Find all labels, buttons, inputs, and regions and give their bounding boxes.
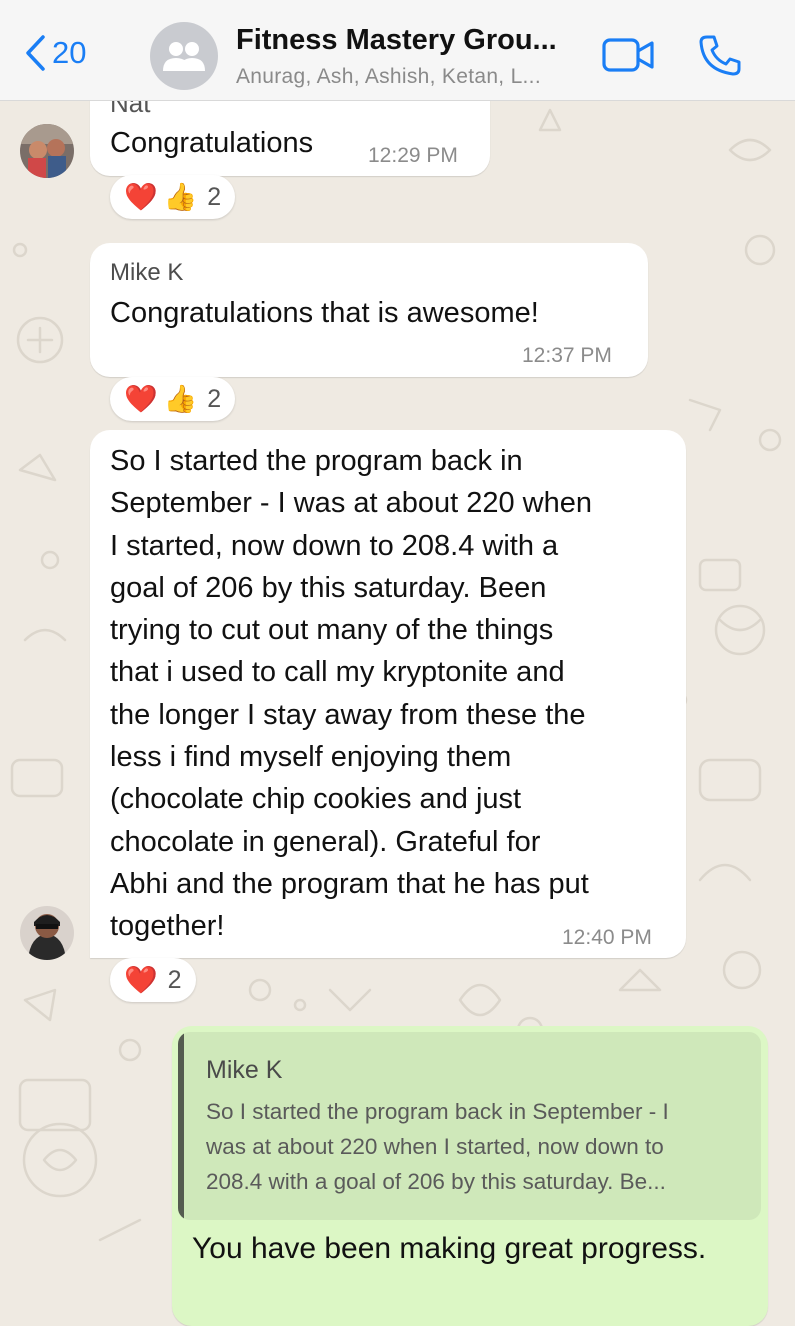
chat-header: 20 Fitness Mastery Grou... Anurag, Ash, …: [0, 0, 795, 101]
message-bubble[interactable]: Mike K Congratulations that is awesome! …: [90, 243, 648, 377]
reaction-badge[interactable]: ❤️ 2: [110, 958, 196, 1002]
sender-name: Mike K: [110, 259, 184, 286]
group-avatar[interactable]: [150, 22, 218, 90]
message-line: Abhi and the program that he has put: [110, 867, 589, 900]
message-line: So I started the program back in: [110, 445, 523, 477]
heart-icon: ❤️: [124, 964, 158, 995]
message-text: So I started the program back in Septemb…: [110, 440, 680, 948]
quote-line: was at about 220 when I started, now dow…: [206, 1134, 664, 1159]
group-members: Anurag, Ash, Ashish, Ketan, L...: [236, 65, 541, 88]
message-line: less i find myself enjoying them: [110, 741, 512, 774]
message-line: September - I was at about 220 when: [110, 487, 593, 520]
video-camera-icon: [602, 38, 654, 72]
message-time: 12:40 PM: [562, 926, 652, 949]
message-line: that i used to call my kryptonite and: [110, 656, 565, 689]
reaction-count: 2: [207, 182, 222, 211]
back-button[interactable]: 20: [24, 34, 86, 72]
message-line: I started, now down to 208.4 with a: [110, 529, 559, 562]
message-time: 12:29 PM: [368, 144, 458, 167]
unread-count: 20: [52, 35, 87, 70]
phone-icon: [699, 35, 741, 76]
reaction-badge[interactable]: ❤️ 👍 2: [110, 175, 236, 219]
message-line: trying to cut out many of the things: [110, 614, 554, 647]
quoted-message[interactable]: Mike K So I started the program back in …: [178, 1032, 761, 1220]
message-line: the longer I stay away from these the: [110, 698, 586, 731]
message-line: goal of 206 by this saturday. Been: [110, 571, 547, 604]
chat-title-area[interactable]: Fitness Mastery Grou... Anurag, Ash, Ash…: [236, 24, 586, 89]
reaction-badge[interactable]: ❤️ 👍 2: [110, 377, 236, 421]
thumbs-up-icon: 👍: [163, 181, 198, 212]
thumbs-up-icon: 👍: [163, 383, 198, 414]
quote-author: Mike K: [206, 1056, 283, 1084]
quote-bar: [178, 1032, 184, 1220]
message-text: Congratulations: [110, 127, 314, 159]
quote-text: So I started the program back in Septemb…: [206, 1094, 754, 1199]
heart-icon: ❤️: [124, 383, 158, 414]
avatar-photo: [20, 906, 74, 960]
chevron-left-icon: [26, 35, 45, 71]
message-text: Congratulations that is awesome!: [110, 297, 539, 329]
avatar-mike-k[interactable]: [20, 906, 74, 960]
message-text: You have been making great progress.: [192, 1232, 707, 1265]
video-call-button[interactable]: [602, 38, 656, 77]
group-title: Fitness Mastery Grou...: [236, 24, 557, 56]
quote-line: 208.4 with a goal of 206 by this saturda…: [206, 1169, 666, 1194]
voice-call-button[interactable]: [698, 34, 742, 81]
message-bubble[interactable]: So I started the program back in Septemb…: [90, 430, 686, 958]
quote-line: So I started the program back in Septemb…: [206, 1099, 669, 1124]
reaction-count: 2: [207, 384, 222, 413]
group-icon: [163, 42, 205, 71]
avatar-nat[interactable]: [20, 124, 74, 178]
reaction-count: 2: [167, 965, 182, 994]
message-time: 12:37 PM: [522, 344, 612, 367]
avatar-photo: [20, 124, 74, 178]
heart-icon: ❤️: [124, 181, 158, 212]
message-line: (chocolate chip cookies and just: [110, 783, 522, 816]
message-line: chocolate in general). Grateful for: [110, 825, 541, 858]
